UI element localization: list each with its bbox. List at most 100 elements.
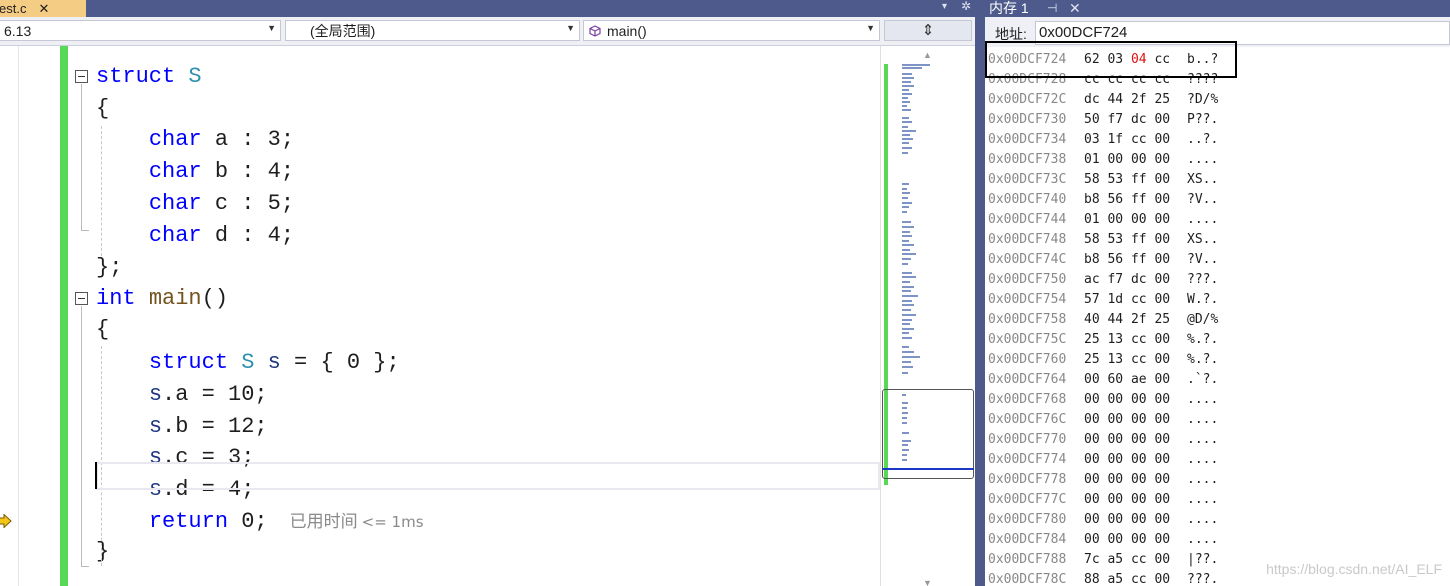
memory-row[interactable]: 0x00DCF740 b8 56 ff 00 ?V..: [985, 190, 1450, 210]
memory-byte[interactable]: 40: [1084, 312, 1100, 327]
fold-struct-button[interactable]: [75, 70, 88, 83]
memory-byte[interactable]: 00: [1154, 532, 1170, 547]
memory-byte[interactable]: 7c: [1084, 552, 1100, 567]
memory-byte[interactable]: 00: [1131, 532, 1147, 547]
function-dropdown[interactable]: main() ▼: [583, 20, 880, 41]
memory-byte[interactable]: a5: [1107, 572, 1123, 586]
memory-byte[interactable]: 00: [1154, 132, 1170, 147]
memory-byte[interactable]: 01: [1084, 152, 1100, 167]
memory-byte[interactable]: 00: [1154, 392, 1170, 407]
memory-row[interactable]: 0x00DCF750 ac f7 dc 00???.: [985, 270, 1450, 290]
pin-icon[interactable]: ⊣: [1047, 0, 1057, 16]
memory-row[interactable]: 0x00DCF768 00 00 00 00....: [985, 390, 1450, 410]
memory-byte[interactable]: 00: [1107, 212, 1123, 227]
memory-byte[interactable]: 00: [1154, 472, 1170, 487]
memory-byte[interactable]: 00: [1154, 112, 1170, 127]
memory-byte[interactable]: 00: [1154, 432, 1170, 447]
memory-byte[interactable]: 00: [1154, 172, 1170, 187]
memory-row[interactable]: 0x00DCF760 25 13 cc 00%.?.: [985, 350, 1450, 370]
memory-byte[interactable]: 00: [1154, 512, 1170, 527]
memory-byte[interactable]: 00: [1154, 192, 1170, 207]
code-line[interactable]: return 0; 已用时间 <= 1ms: [0, 506, 880, 538]
memory-byte[interactable]: 50: [1084, 112, 1100, 127]
memory-byte[interactable]: 00: [1154, 352, 1170, 367]
memory-byte[interactable]: 56: [1107, 192, 1123, 207]
memory-byte[interactable]: 00: [1084, 472, 1100, 487]
memory-byte[interactable]: 25: [1084, 352, 1100, 367]
memory-byte[interactable]: 00: [1131, 452, 1147, 467]
memory-byte[interactable]: 00: [1154, 452, 1170, 467]
memory-row[interactable]: 0x00DCF730 50 f7 dc 00 P??.: [985, 110, 1450, 130]
memory-row[interactable]: 0x00DCF72C dc 44 2f 25 ?D/%: [985, 90, 1450, 110]
memory-byte[interactable]: 44: [1107, 312, 1123, 327]
memory-byte[interactable]: b8: [1084, 252, 1100, 267]
memory-byte[interactable]: 00: [1107, 492, 1123, 507]
memory-byte[interactable]: ff: [1131, 252, 1147, 267]
memory-byte[interactable]: 00: [1084, 392, 1100, 407]
pane-splitter[interactable]: [975, 0, 985, 586]
code-line[interactable]: s.a = 10;: [0, 379, 880, 411]
memory-row[interactable]: 0x00DCF758 40 44 2f 25 @D/%: [985, 310, 1450, 330]
memory-byte[interactable]: 00: [1154, 552, 1170, 567]
memory-byte[interactable]: 00: [1084, 532, 1100, 547]
memory-row[interactable]: 0x00DCF778 00 00 00 00....: [985, 470, 1450, 490]
code-line[interactable]: {: [0, 93, 880, 125]
memory-byte[interactable]: 60: [1107, 372, 1123, 387]
memory-byte[interactable]: 00: [1154, 572, 1170, 586]
split-window-button[interactable]: ⇕: [884, 20, 972, 41]
memory-byte[interactable]: 1f: [1107, 132, 1123, 147]
scroll-down-icon[interactable]: ▼: [923, 578, 932, 586]
memory-byte[interactable]: 00: [1107, 392, 1123, 407]
memory-row[interactable]: 0x00DCF780 00 00 00 00....: [985, 510, 1450, 530]
memory-byte[interactable]: 00: [1131, 392, 1147, 407]
memory-byte[interactable]: 57: [1084, 292, 1100, 307]
memory-byte[interactable]: 00: [1084, 432, 1100, 447]
memory-byte[interactable]: 58: [1084, 232, 1100, 247]
memory-byte[interactable]: ff: [1131, 192, 1147, 207]
memory-byte[interactable]: ff: [1131, 172, 1147, 187]
memory-tab[interactable]: 内存 1 ⊣ ✕: [985, 0, 1450, 17]
memory-row[interactable]: 0x00DCF76C 00 00 00 00....: [985, 410, 1450, 430]
memory-byte[interactable]: ac: [1084, 272, 1100, 287]
memory-row[interactable]: 0x00DCF744 01 00 00 00....: [985, 210, 1450, 230]
memory-byte[interactable]: 2f: [1131, 312, 1147, 327]
memory-byte[interactable]: 00: [1084, 372, 1100, 387]
memory-byte[interactable]: 25: [1154, 312, 1170, 327]
memory-byte[interactable]: 1d: [1107, 292, 1123, 307]
scope-dropdown[interactable]: (全局范围) ▼: [285, 20, 580, 41]
scroll-up-icon[interactable]: ▲: [923, 50, 932, 60]
memory-byte[interactable]: 88: [1084, 572, 1100, 586]
memory-byte[interactable]: 00: [1131, 492, 1147, 507]
code-line[interactable]: char b : 4;: [0, 156, 880, 188]
memory-byte[interactable]: dc: [1131, 272, 1147, 287]
code-line[interactable]: char c : 5;: [0, 188, 880, 220]
memory-byte[interactable]: 00: [1154, 292, 1170, 307]
memory-byte[interactable]: dc: [1131, 112, 1147, 127]
memory-byte[interactable]: 00: [1084, 512, 1100, 527]
memory-byte[interactable]: ae: [1131, 372, 1147, 387]
memory-row[interactable]: 0x00DCF75C 25 13 cc 00%.?.: [985, 330, 1450, 350]
memory-byte[interactable]: 00: [1154, 412, 1170, 427]
memory-byte[interactable]: 53: [1107, 232, 1123, 247]
memory-byte[interactable]: 00: [1084, 492, 1100, 507]
memory-byte[interactable]: 00: [1107, 472, 1123, 487]
memory-byte[interactable]: f7: [1107, 272, 1123, 287]
fold-main-button[interactable]: [75, 292, 88, 305]
memory-row[interactable]: 0x00DCF748 58 53 ff 00 XS..: [985, 230, 1450, 250]
memory-byte[interactable]: 00: [1084, 452, 1100, 467]
memory-byte[interactable]: 00: [1107, 452, 1123, 467]
code-line[interactable]: char d : 4;: [0, 220, 880, 252]
code-line[interactable]: char a : 3;: [0, 124, 880, 156]
close-icon[interactable]: ✕: [38, 0, 49, 17]
memory-row[interactable]: 0x00DCF770 00 00 00 00....: [985, 430, 1450, 450]
code-line[interactable]: };: [0, 252, 880, 284]
memory-byte[interactable]: 00: [1154, 372, 1170, 387]
memory-byte[interactable]: cc: [1131, 572, 1147, 586]
project-dropdown[interactable]: 6.13 ▼: [0, 20, 281, 41]
memory-byte[interactable]: 58: [1084, 172, 1100, 187]
memory-byte[interactable]: 00: [1131, 152, 1147, 167]
memory-byte[interactable]: 13: [1107, 352, 1123, 367]
memory-byte[interactable]: cc: [1131, 292, 1147, 307]
memory-byte[interactable]: 00: [1154, 152, 1170, 167]
memory-byte[interactable]: 00: [1131, 212, 1147, 227]
